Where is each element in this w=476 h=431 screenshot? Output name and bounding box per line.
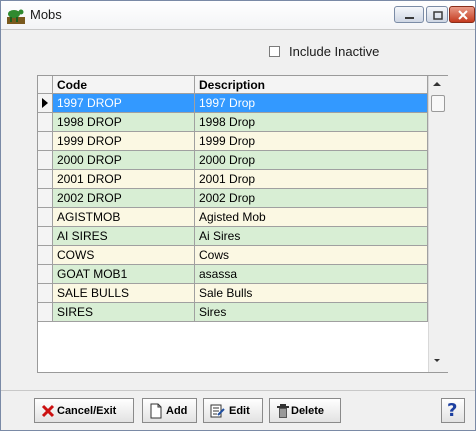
red-x-icon — [40, 403, 56, 419]
cell-description[interactable]: Sale Bulls — [195, 284, 428, 303]
cancel-exit-label: Cancel/Exit — [57, 405, 117, 417]
scroll-down-arrow-icon[interactable] — [434, 359, 440, 362]
mobs-grid: Code Description 1997 DROP 1997 Drop 1998 … — [37, 75, 448, 373]
row-indicator[interactable] — [38, 113, 53, 132]
bottom-toolbar: Cancel/Exit Add Edit Delete ? — [1, 390, 475, 431]
cell-description[interactable]: Sires — [195, 303, 428, 322]
delete-label: Delete — [291, 405, 325, 417]
cell-description[interactable]: 2001 Drop — [195, 170, 428, 189]
cattle-app-icon — [7, 6, 25, 24]
vertical-scrollbar[interactable] — [428, 76, 448, 372]
table-row[interactable]: 1999 DROP 1999 Drop — [38, 132, 428, 151]
close-button[interactable] — [449, 6, 475, 23]
cell-code[interactable]: 1998 DROP — [53, 113, 195, 132]
row-indicator[interactable] — [38, 189, 53, 208]
cell-description[interactable]: 1998 Drop — [195, 113, 428, 132]
cell-code[interactable]: 2002 DROP — [53, 189, 195, 208]
cell-description[interactable]: Ai Sires — [195, 227, 428, 246]
table-row[interactable]: SIRES Sires — [38, 303, 428, 322]
table-row[interactable]: AGISTMOB Agisted Mob — [38, 208, 428, 227]
add-button[interactable]: Add — [142, 398, 197, 423]
window-title: Mobs — [30, 7, 62, 22]
cell-code[interactable]: 1999 DROP — [53, 132, 195, 151]
include-inactive-label: Include Inactive — [289, 44, 380, 59]
maximize-button[interactable] — [426, 6, 448, 23]
table-row[interactable]: 2000 DROP 2000 Drop — [38, 151, 428, 170]
cell-code[interactable]: 2000 DROP — [53, 151, 195, 170]
row-indicator[interactable] — [38, 227, 53, 246]
cell-description[interactable]: 1999 Drop — [195, 132, 428, 151]
grid-header: Code Description — [38, 76, 428, 94]
table-row[interactable]: 2001 DROP 2001 Drop — [38, 170, 428, 189]
cell-code[interactable]: 1997 DROP — [53, 94, 195, 113]
cell-code[interactable]: AGISTMOB — [53, 208, 195, 227]
edit-button[interactable]: Edit — [203, 398, 263, 423]
add-label: Add — [166, 405, 188, 417]
cell-description[interactable]: asassa — [195, 265, 428, 284]
column-header-description[interactable]: Description — [195, 76, 428, 94]
current-row-arrow-icon — [42, 98, 48, 108]
row-indicator[interactable] — [38, 284, 53, 303]
table-row[interactable]: 1998 DROP 1998 Drop — [38, 113, 428, 132]
table-row[interactable]: 2002 DROP 2002 Drop — [38, 189, 428, 208]
help-question-icon: ? — [447, 400, 458, 421]
cell-description[interactable]: Agisted Mob — [195, 208, 428, 227]
new-document-icon — [148, 403, 164, 419]
row-indicator[interactable] — [38, 208, 53, 227]
row-indicator[interactable] — [38, 132, 53, 151]
cell-description[interactable]: Cows — [195, 246, 428, 265]
mobs-window: Mobs Include Inactive Code Description 1… — [0, 0, 476, 431]
row-indicator[interactable] — [38, 265, 53, 284]
row-indicator[interactable] — [38, 246, 53, 265]
row-indicator[interactable] — [38, 303, 53, 322]
trash-can-icon — [275, 403, 291, 419]
row-indicator-header — [38, 76, 53, 94]
table-row[interactable]: COWS Cows — [38, 246, 428, 265]
minimize-button[interactable] — [394, 6, 424, 23]
delete-button[interactable]: Delete — [269, 398, 341, 423]
row-indicator[interactable] — [38, 151, 53, 170]
cell-code[interactable]: GOAT MOB1 — [53, 265, 195, 284]
scroll-thumb[interactable] — [431, 95, 445, 112]
edit-label: Edit — [229, 405, 250, 417]
cell-code[interactable]: AI SIRES — [53, 227, 195, 246]
cell-description[interactable]: 2000 Drop — [195, 151, 428, 170]
table-row[interactable]: 1997 DROP 1997 Drop — [38, 94, 428, 113]
table-row[interactable]: SALE BULLS Sale Bulls — [38, 284, 428, 303]
cell-code[interactable]: COWS — [53, 246, 195, 265]
edit-document-icon — [209, 403, 225, 419]
cell-code[interactable]: 2001 DROP — [53, 170, 195, 189]
table-row[interactable]: AI SIRES Ai Sires — [38, 227, 428, 246]
help-button[interactable]: ? — [441, 398, 465, 423]
cell-description[interactable]: 2002 Drop — [195, 189, 428, 208]
scroll-up-arrow-icon[interactable] — [433, 82, 441, 86]
cell-description[interactable]: 1997 Drop — [195, 94, 428, 113]
table-row[interactable]: GOAT MOB1 asassa — [38, 265, 428, 284]
cancel-exit-button[interactable]: Cancel/Exit — [34, 398, 134, 423]
include-inactive-checkbox[interactable] — [269, 46, 280, 57]
title-bar[interactable]: Mobs — [1, 1, 475, 30]
cell-code[interactable]: SALE BULLS — [53, 284, 195, 303]
row-indicator[interactable] — [38, 170, 53, 189]
row-indicator[interactable] — [38, 94, 53, 113]
cell-code[interactable]: SIRES — [53, 303, 195, 322]
column-header-code[interactable]: Code — [53, 76, 195, 94]
